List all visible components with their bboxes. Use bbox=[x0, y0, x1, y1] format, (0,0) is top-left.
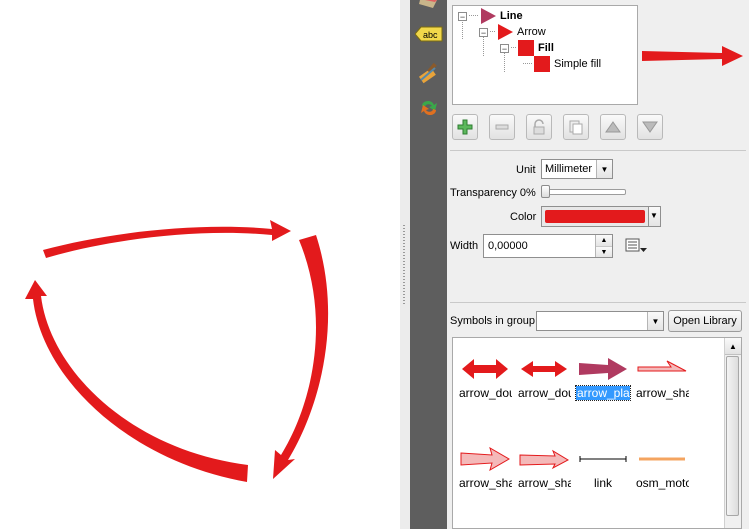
lock-layer-button[interactable] bbox=[526, 114, 552, 140]
symbol-name: arrow_shape bbox=[636, 386, 689, 400]
symbol-name: arrow_double_narrow bbox=[518, 386, 571, 400]
symbol-name: arrow_shape_3 bbox=[518, 476, 571, 490]
tree-item-label: Arrow bbox=[517, 26, 546, 38]
move-down-button[interactable] bbox=[637, 114, 663, 140]
symbol-name: arrow_shape_2 bbox=[459, 476, 512, 490]
width-label: Width bbox=[450, 240, 479, 252]
arrow-feature-top[interactable] bbox=[43, 220, 291, 258]
symbol-name: arrow_double bbox=[459, 386, 512, 400]
list-item[interactable]: arrow_double bbox=[456, 352, 514, 403]
plain-arrow-icon bbox=[579, 358, 627, 380]
chevron-down-icon: ▼ bbox=[650, 211, 658, 220]
symbol-layer-tree[interactable]: − Line − Arrow − Fill Simple fill bbox=[452, 5, 638, 105]
symbol-group-combo[interactable]: ▼ bbox=[536, 311, 664, 331]
transparency-slider[interactable] bbox=[542, 189, 626, 195]
collapse-icon[interactable]: − bbox=[500, 43, 509, 53]
tree-item-arrow[interactable]: − Arrow bbox=[479, 24, 546, 40]
move-up-button[interactable] bbox=[600, 114, 626, 140]
spin-down-button[interactable]: ▼ bbox=[596, 246, 612, 257]
chevron-down-icon: ▼ bbox=[647, 312, 663, 330]
transparency-label: Transparency 0% bbox=[450, 187, 536, 199]
symbol-name: arrow_plain bbox=[575, 385, 631, 401]
double-narrow-arrow-icon bbox=[521, 361, 567, 377]
data-defined-icon bbox=[625, 238, 647, 252]
spin-up-button[interactable]: ▲ bbox=[596, 235, 612, 246]
symbols-in-group-label: Symbols in group bbox=[450, 315, 535, 327]
symbol-list-scrollbar[interactable]: ▲ bbox=[724, 338, 741, 528]
fill-symbol-icon bbox=[518, 40, 534, 56]
arrow-symbol-icon bbox=[498, 24, 513, 40]
divider bbox=[450, 302, 746, 303]
divider bbox=[450, 150, 746, 151]
arrow-feature-right[interactable] bbox=[273, 235, 329, 479]
unit-combo[interactable]: Millimeter ▼ bbox=[541, 159, 613, 179]
symbol-preview bbox=[642, 40, 746, 70]
list-item[interactable]: arrow_shape bbox=[633, 352, 691, 403]
arrow-features bbox=[25, 220, 329, 482]
data-defined-button[interactable] bbox=[623, 236, 649, 256]
labels-icon[interactable]: abc bbox=[415, 22, 443, 46]
width-value: 0,00000 bbox=[488, 240, 528, 252]
plus-icon bbox=[457, 119, 473, 135]
tree-item-fill[interactable]: − Fill bbox=[500, 40, 554, 56]
symbol-properties-panel: − Line − Arrow − Fill Simple fill Unit M… bbox=[447, 0, 749, 529]
duplicate-layer-button[interactable] bbox=[563, 114, 589, 140]
list-item[interactable]: osm_motorway bbox=[633, 442, 691, 493]
list-item[interactable]: arrow_shape_3 bbox=[515, 442, 573, 493]
list-item[interactable]: arrow_shape_2 bbox=[456, 442, 514, 493]
tree-item-label: Simple fill bbox=[554, 58, 602, 70]
simple-fill-symbol-icon bbox=[534, 56, 550, 72]
unit-label: Unit bbox=[516, 164, 536, 176]
tree-item-simple-fill[interactable]: Simple fill bbox=[523, 56, 601, 72]
arrow-preview-icon bbox=[642, 46, 743, 66]
color-swatch bbox=[545, 210, 645, 223]
motorway-line-icon bbox=[639, 457, 685, 461]
remove-layer-button[interactable] bbox=[489, 114, 515, 140]
panel-splitter[interactable] bbox=[400, 0, 410, 529]
minus-icon bbox=[495, 124, 509, 130]
actions-icon[interactable] bbox=[415, 96, 443, 120]
properties-icon-bar: abc bbox=[410, 0, 447, 529]
open-library-button[interactable]: Open Library bbox=[668, 310, 742, 332]
tree-item-label: Line bbox=[500, 10, 523, 22]
outline-arrow-icon bbox=[637, 360, 687, 372]
collapse-icon[interactable]: − bbox=[458, 11, 467, 21]
tree-item-line[interactable]: − Line bbox=[458, 8, 523, 24]
chevron-down-icon: ▼ bbox=[596, 160, 612, 178]
map-canvas[interactable] bbox=[0, 0, 400, 529]
rendering-icon[interactable] bbox=[415, 60, 443, 84]
scroll-up-button[interactable]: ▲ bbox=[725, 338, 741, 355]
outline-arrow-icon bbox=[460, 447, 510, 471]
transparency-slider-handle[interactable] bbox=[541, 185, 550, 198]
lock-icon bbox=[533, 119, 545, 135]
collapse-icon[interactable]: − bbox=[479, 27, 488, 37]
symbol-name: osm_motorway bbox=[636, 476, 689, 490]
triangle-down-icon bbox=[642, 121, 658, 133]
color-button[interactable] bbox=[541, 206, 649, 227]
list-item[interactable]: arrow_double_narrow bbox=[515, 352, 573, 403]
arrow-feature-left[interactable] bbox=[25, 280, 248, 482]
svg-text:abc: abc bbox=[423, 30, 438, 40]
line-symbol-icon bbox=[481, 8, 496, 24]
outline-arrow-icon bbox=[519, 449, 569, 470]
tree-item-label: Fill bbox=[538, 42, 554, 54]
add-layer-button[interactable] bbox=[452, 114, 478, 140]
link-line-icon bbox=[579, 456, 627, 462]
list-item[interactable]: link bbox=[574, 442, 632, 493]
style-icon[interactable] bbox=[415, 0, 443, 14]
duplicate-icon bbox=[569, 120, 583, 135]
triangle-up-icon bbox=[605, 121, 621, 133]
double-arrow-icon bbox=[462, 359, 508, 379]
color-label: Color bbox=[510, 211, 537, 223]
symbol-list[interactable]: arrow_double arrow_double_narrow arrow_p… bbox=[452, 337, 742, 529]
color-menu-button[interactable]: ▼ bbox=[648, 206, 661, 227]
scrollbar-thumb[interactable] bbox=[726, 356, 739, 516]
list-item[interactable]: arrow_plain bbox=[574, 352, 632, 403]
symbol-name: link bbox=[593, 476, 612, 490]
unit-value: Millimeter bbox=[545, 163, 593, 175]
width-spinbox[interactable]: 0,00000 ▲ ▼ bbox=[483, 234, 613, 258]
